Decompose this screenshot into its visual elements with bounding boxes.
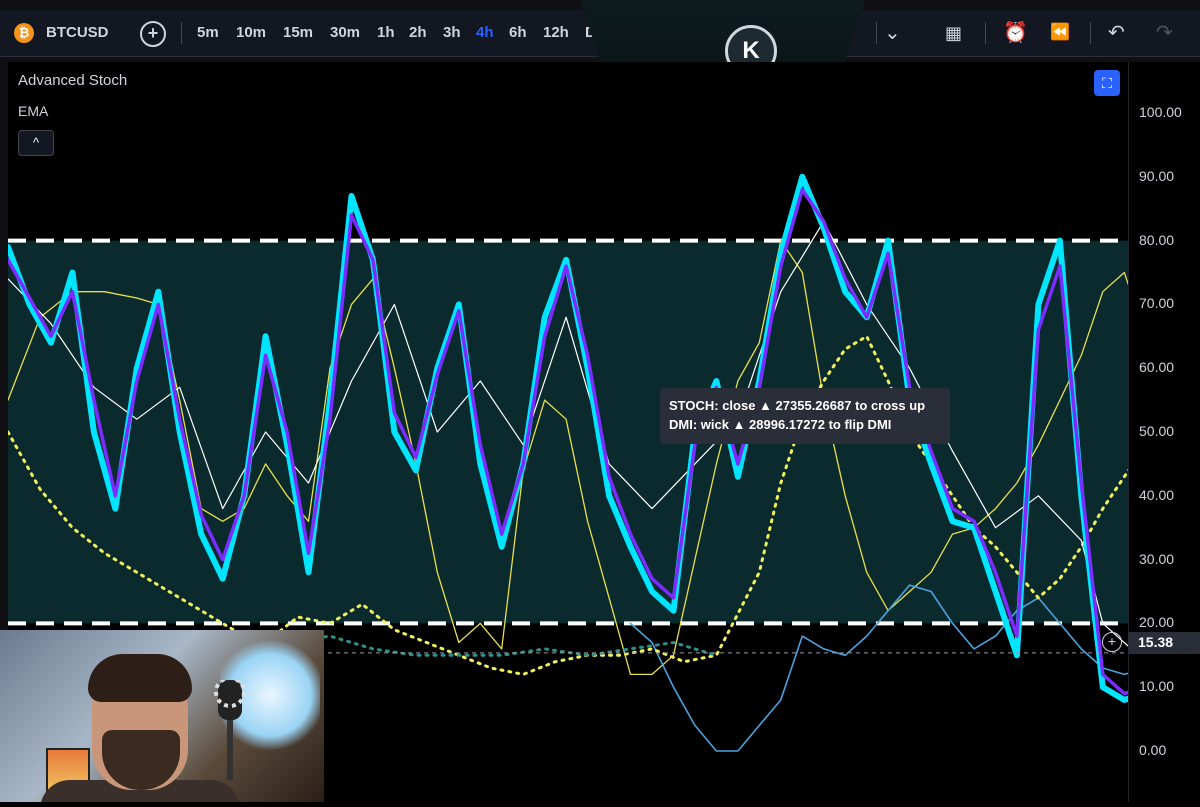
microphone-icon bbox=[214, 680, 246, 780]
interval-2h[interactable]: 2h bbox=[409, 10, 427, 56]
collapse-legend-button[interactable]: ^ bbox=[18, 130, 54, 156]
price-axis-label: 90.00 bbox=[1139, 167, 1175, 184]
interval-5m[interactable]: 5m bbox=[197, 10, 219, 56]
chart-type-dropdown-icon[interactable]: ⌄ bbox=[884, 22, 901, 44]
price-axis-label: 10.00 bbox=[1139, 678, 1175, 695]
undo-icon[interactable]: ↶ bbox=[1108, 22, 1125, 44]
interval-30m[interactable]: 30m bbox=[330, 10, 360, 56]
price-axis-label: 30.00 bbox=[1139, 550, 1175, 567]
price-axis-label: 80.00 bbox=[1139, 231, 1175, 248]
add-order-plus-icon[interactable]: + bbox=[1102, 632, 1122, 652]
price-axis-label: 70.00 bbox=[1139, 295, 1175, 312]
overbought-oversold-band bbox=[8, 240, 1128, 624]
interval-6h[interactable]: 6h bbox=[509, 10, 527, 56]
toolbar-separator bbox=[1090, 22, 1091, 44]
bitcoin-icon[interactable]: ₿ bbox=[14, 23, 34, 43]
interval-4h[interactable]: 4h bbox=[476, 10, 494, 56]
price-axis-label: 0.00 bbox=[1139, 741, 1167, 758]
interval-1h[interactable]: 1h bbox=[377, 10, 395, 56]
toolbar-separator bbox=[985, 22, 986, 44]
tooltip-line-dmi: DMI: wick ▲ 28996.17272 to flip DMI bbox=[669, 417, 892, 432]
crosshair-price-value: 15.38 bbox=[1138, 634, 1174, 650]
price-axis-label: 50.00 bbox=[1139, 423, 1175, 439]
redo-icon[interactable]: ↷ bbox=[1156, 22, 1173, 44]
crosshair-price-label: 15.38 bbox=[1128, 632, 1200, 654]
chevron-up-icon: ^ bbox=[32, 135, 40, 150]
interval-12h[interactable]: 12h bbox=[543, 10, 569, 56]
tooltip-line-stoch: STOCH: close ▲ 27355.26687 to cross up bbox=[669, 398, 926, 413]
chart-window: ₿ BTCUSD + 5m 10m 15m 30m 1h 2h 3h 4h 6h 12h D ⌄ ▦… bbox=[0, 0, 1200, 802]
price-axis-label: 20.00 bbox=[1139, 614, 1175, 631]
price-axis[interactable]: 100.00 90.00 80.00 70.00 60.00 50.00 40.00 30.0… bbox=[1128, 62, 1200, 802]
indicator-title[interactable]: Advanced Stoch bbox=[18, 72, 127, 89]
price-axis-label: 60.00 bbox=[1139, 359, 1175, 376]
interval-10m[interactable]: 10m bbox=[236, 10, 266, 56]
toolbar-separator bbox=[876, 22, 877, 44]
price-axis-label: 40.00 bbox=[1139, 486, 1175, 503]
indicator-tooltip: STOCH: close ▲ 27355.26687 to cross up D… bbox=[660, 388, 950, 444]
alert-clock-icon[interactable]: ⏰ bbox=[1003, 22, 1028, 44]
symbol-search-button[interactable]: BTCUSD bbox=[46, 10, 109, 56]
webcam-overlay bbox=[0, 630, 324, 802]
compare-symbol-add-icon[interactable]: + bbox=[140, 21, 166, 47]
toolbar-separator bbox=[181, 22, 182, 44]
interval-3h[interactable]: 3h bbox=[443, 10, 461, 56]
price-axis-label: 100.00 bbox=[1139, 104, 1182, 121]
presenter-hair bbox=[88, 654, 192, 702]
interval-15m[interactable]: 15m bbox=[283, 10, 313, 56]
indicators-templates-icon[interactable]: ▦ bbox=[945, 22, 962, 44]
maximize-pane-icon[interactable]: ⛶ bbox=[1094, 70, 1120, 96]
replay-icon[interactable]: ⏪ bbox=[1050, 22, 1070, 44]
indicator-sub-label[interactable]: EMA bbox=[18, 103, 48, 119]
